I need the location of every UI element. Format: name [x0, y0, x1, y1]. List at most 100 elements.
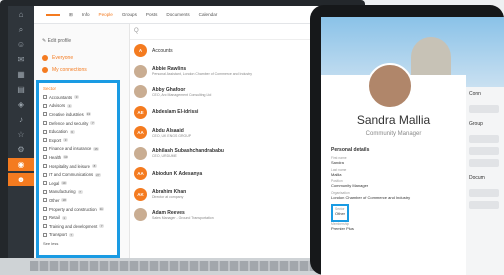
sector-count: 7	[90, 121, 96, 126]
user-icon[interactable]: ☻	[8, 173, 34, 186]
avatar	[134, 146, 147, 160]
connections-label: My connections	[52, 67, 87, 73]
chat-icon[interactable]: ✉	[8, 53, 34, 66]
tab-people[interactable]: People	[99, 12, 113, 17]
star-icon[interactable]: ☆	[8, 128, 34, 141]
sector-option[interactable]: Hospitality and leisure 8	[39, 162, 117, 171]
document-item[interactable]	[469, 201, 499, 209]
field-value: Community Manager	[331, 183, 369, 188]
edit-profile-link[interactable]: ✎ Edit profile	[34, 24, 129, 52]
checkbox[interactable]	[43, 138, 47, 143]
sector-option[interactable]: Property and construction 11	[39, 205, 117, 214]
tab-posts[interactable]: Posts	[146, 12, 158, 17]
sector-option[interactable]: Retail 1	[39, 213, 117, 222]
sector-label: Property and construction	[49, 206, 97, 212]
connection-item[interactable]	[469, 105, 499, 113]
sector-option[interactable]: Health 10	[39, 153, 117, 162]
tab-documents[interactable]: Documents	[166, 12, 189, 17]
sector-option[interactable]: Export 3	[39, 136, 117, 145]
sector-option[interactable]: Finance and insurance 15	[39, 145, 117, 154]
home-icon[interactable]: ⌂	[8, 8, 34, 21]
avatar: AE	[134, 105, 147, 119]
groups-section: Group	[469, 121, 483, 127]
person-name: Abdeslam El-idrissi	[152, 109, 199, 116]
profile-field: Organisation London Chamber of Commerce a…	[331, 191, 451, 200]
person-name: Abiodun K Adesanya	[152, 170, 203, 177]
person-subtitle: CEO, UK ENGS GROUP	[152, 133, 192, 138]
sector-option[interactable]: IT and Communications 27	[39, 170, 117, 179]
sector-option[interactable]: Other 18	[39, 196, 117, 205]
group-item[interactable]	[469, 147, 499, 155]
group-item[interactable]	[469, 159, 499, 167]
checkbox[interactable]	[43, 189, 47, 194]
field-value: London Chamber of Commerce and Industry	[331, 194, 411, 200]
checkbox[interactable]	[43, 164, 47, 169]
sector-option[interactable]: Transport 7	[39, 231, 117, 240]
group-item[interactable]	[469, 135, 499, 143]
sector-count: 1	[61, 215, 67, 220]
sector-option[interactable]: Creative industries 13	[39, 110, 117, 119]
grid-icon[interactable]: ⊞	[69, 12, 73, 18]
edit-profile-label: Edit profile	[47, 38, 72, 44]
see-less-link[interactable]: See less	[39, 239, 117, 248]
bell-icon[interactable]: ♪	[8, 113, 34, 126]
sector-option[interactable]: Accountants 3	[39, 93, 117, 102]
calendar-icon[interactable]: ▦	[8, 68, 34, 81]
sector-count: 11	[98, 207, 104, 212]
filter-connections[interactable]: My connections	[34, 64, 129, 76]
sector-option[interactable]: Legal 19	[39, 179, 117, 188]
tab-info[interactable]: Info	[82, 12, 90, 17]
checkbox[interactable]	[43, 232, 47, 237]
settings-icon[interactable]: ⚙	[8, 143, 34, 156]
person-subtitle: Personal Assistant, London Chamber of Co…	[152, 72, 252, 77]
sector-label: Advisors	[49, 103, 66, 109]
group-icon[interactable]: ◉	[8, 158, 34, 171]
sector-count: 27	[95, 172, 101, 177]
checkbox[interactable]	[43, 172, 47, 177]
keyboard-keys	[30, 261, 345, 271]
profile-field: Position Community Manager	[331, 179, 451, 188]
sector-option[interactable]: Education 6	[39, 127, 117, 136]
sector-option[interactable]: Manufacturing 7	[39, 188, 117, 197]
brand-bar	[46, 13, 60, 16]
checkbox[interactable]	[43, 103, 47, 108]
tab-calendar[interactable]: Calendar	[199, 12, 218, 17]
document-icon[interactable]: ▤	[8, 83, 34, 96]
sector-label: Accountants	[49, 94, 73, 100]
checkbox[interactable]	[43, 181, 47, 186]
sector-count: 3	[63, 138, 69, 143]
sector-option[interactable]: Advisors 4	[39, 102, 117, 111]
tablet: Sandra Mallia Community Manager Personal…	[310, 5, 504, 275]
checkbox[interactable]	[43, 215, 47, 220]
avatar: AK	[134, 187, 147, 201]
sector-count: 15	[93, 146, 99, 151]
personal-details-heading: Personal details	[331, 147, 370, 153]
checkbox[interactable]	[43, 224, 47, 229]
sector-label: Manufacturing	[49, 189, 76, 195]
sector-label: IT and Communications	[49, 172, 94, 178]
avatar	[134, 85, 147, 99]
checkbox[interactable]	[43, 95, 47, 100]
tag-icon[interactable]: ◈	[8, 98, 34, 111]
checkbox[interactable]	[43, 146, 47, 151]
checkbox[interactable]	[43, 198, 47, 203]
everyone-icon	[42, 55, 48, 61]
checkbox[interactable]	[43, 112, 47, 117]
checkbox[interactable]	[43, 155, 47, 160]
checkbox[interactable]	[43, 207, 47, 212]
document-item[interactable]	[469, 189, 499, 197]
sector-label: Transport	[49, 232, 67, 238]
filter-everyone[interactable]: Everyone	[34, 52, 129, 64]
checkbox[interactable]	[43, 121, 47, 126]
people-icon[interactable]: ☺	[8, 38, 34, 51]
checkbox[interactable]	[43, 129, 47, 134]
sector-count: 6	[69, 129, 75, 134]
sector-option[interactable]: Defence and security 7	[39, 119, 117, 128]
sector-count: 7	[77, 189, 83, 194]
tab-groups[interactable]: Groups	[122, 12, 137, 17]
sector-label: Defence and security	[49, 120, 89, 126]
sector-option[interactable]: Training and development 7	[39, 222, 117, 231]
profile-role: Community Manager	[365, 131, 422, 137]
everyone-label: Everyone	[52, 55, 74, 61]
search-icon[interactable]: ⌕	[8, 23, 34, 36]
